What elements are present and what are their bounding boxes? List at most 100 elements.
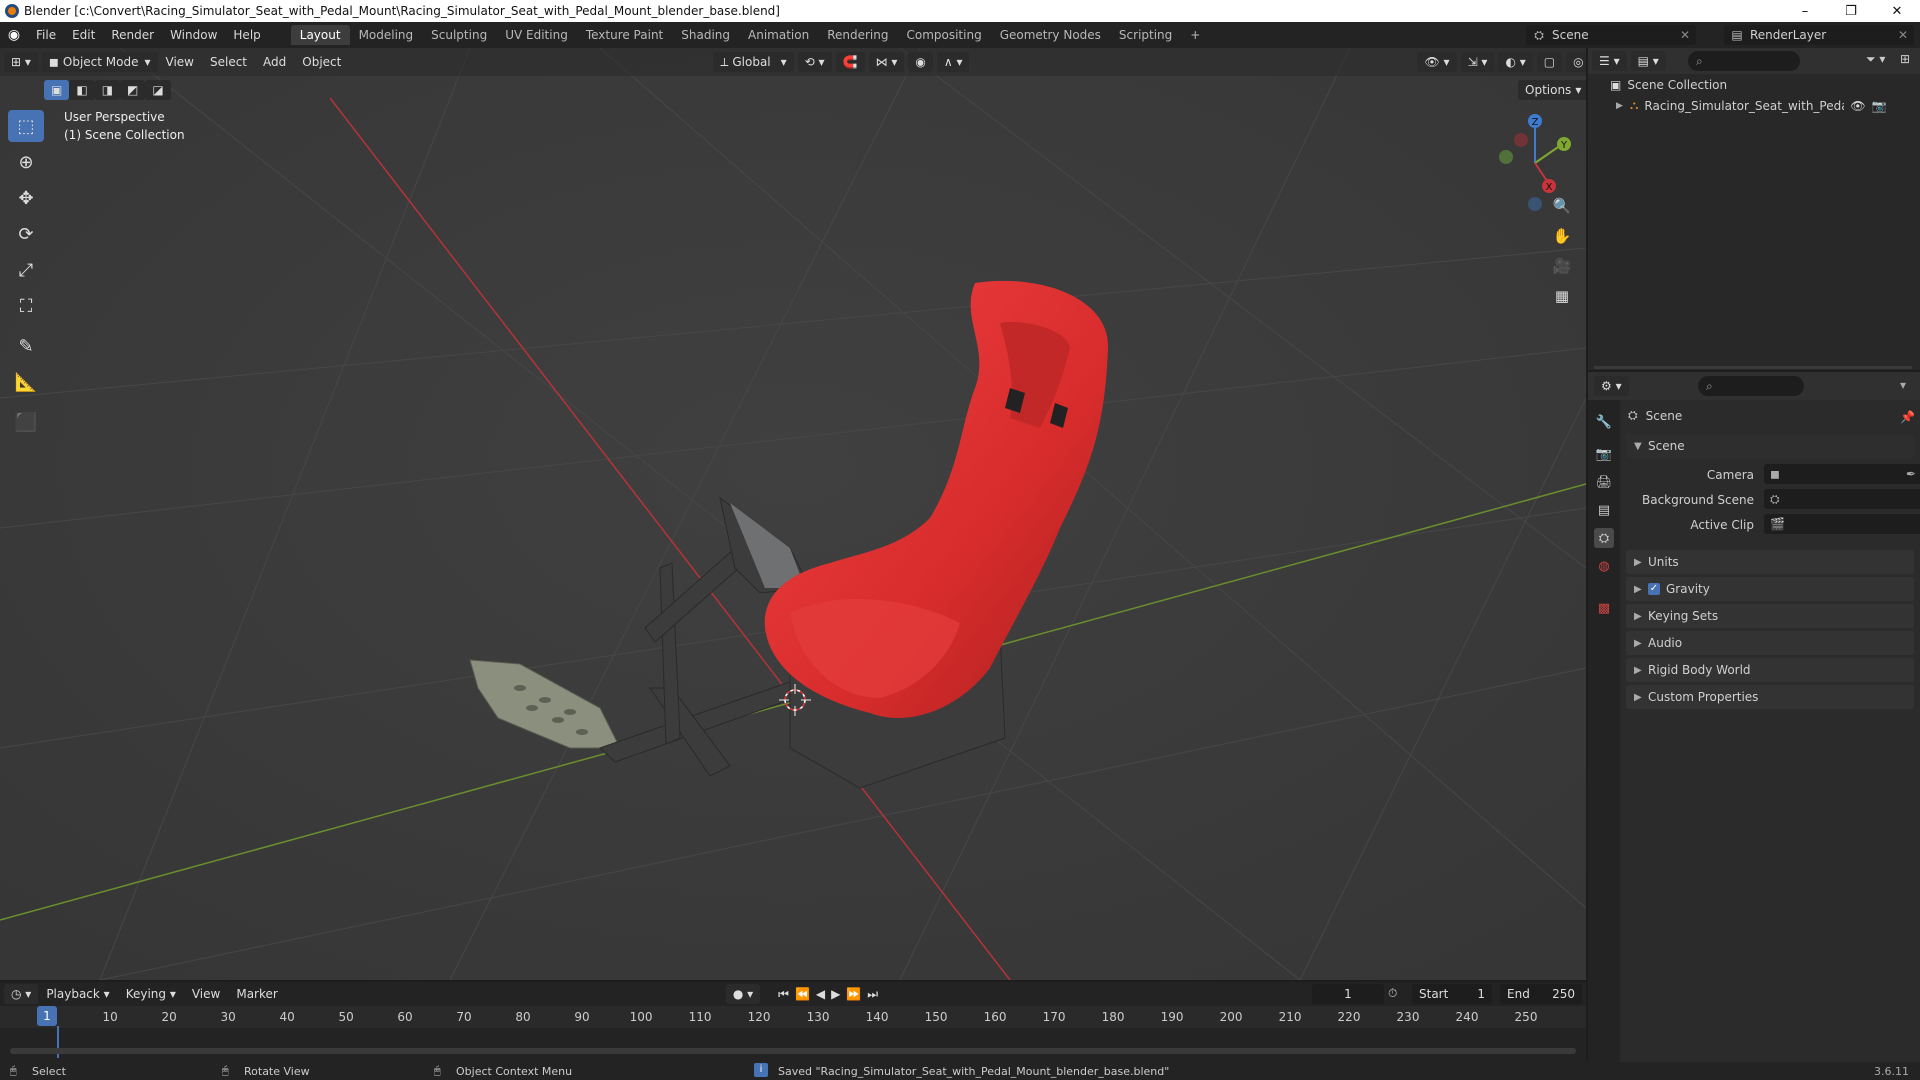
workspace-tab-texture-paint[interactable]: Texture Paint bbox=[577, 25, 672, 45]
outliner-search-input[interactable]: ⌕ bbox=[1688, 51, 1800, 71]
workspace-tab-sculpting[interactable]: Sculpting bbox=[422, 25, 496, 45]
menu-select[interactable]: Select bbox=[202, 55, 255, 69]
scale-tool-icon[interactable]: ⤢ bbox=[8, 254, 44, 286]
snap-toggle[interactable]: 🧲 bbox=[835, 52, 865, 72]
gizmo-toggle[interactable]: ⇲ ▾ bbox=[1460, 52, 1495, 72]
rotate-tool-icon[interactable]: ⟳ bbox=[8, 218, 44, 250]
select-new-icon[interactable]: ▣ bbox=[44, 80, 70, 100]
minimize-button[interactable]: – bbox=[1782, 0, 1828, 22]
workspace-tab-modeling[interactable]: Modeling bbox=[350, 25, 423, 45]
rigid-body-world-section-header[interactable]: ▶ Rigid Body World bbox=[1626, 658, 1914, 682]
editor-type-button[interactable]: ⊞ ▾ bbox=[4, 52, 38, 72]
properties-search-input[interactable]: ⌕ bbox=[1698, 376, 1804, 396]
workspace-tab-compositing[interactable]: Compositing bbox=[897, 25, 990, 45]
mode-selector[interactable]: ◼ Object Mode ▾ bbox=[41, 52, 158, 72]
workspace-tab-shading[interactable]: Shading bbox=[672, 25, 739, 45]
workspace-tab-uv-editing[interactable]: UV Editing bbox=[496, 25, 577, 45]
active-clip-field[interactable]: 🎬 bbox=[1764, 514, 1920, 534]
select-intersect-icon[interactable]: ◪ bbox=[145, 80, 171, 100]
scene-selector[interactable]: ⛭ Scene ✕ bbox=[1526, 25, 1696, 45]
outliner-header: ☰ ▾ ▤ ▾ ⌕ ⏷ ▾ ⊞ bbox=[1588, 48, 1920, 74]
eye-visibility-icon[interactable]: 👁 bbox=[1850, 99, 1865, 113]
perspective-toggle-icon[interactable]: ▦ bbox=[1548, 282, 1576, 310]
units-section-header[interactable]: ▶ Units bbox=[1626, 550, 1914, 574]
outliner-scrollbar[interactable] bbox=[1594, 366, 1912, 369]
display-mode-button[interactable]: ▤ ▾ bbox=[1630, 51, 1666, 71]
menu-render[interactable]: Render bbox=[103, 28, 162, 42]
falloff-button[interactable]: ∧ ▾ bbox=[936, 52, 970, 72]
measure-tool-icon[interactable]: 📐 bbox=[8, 366, 44, 398]
annotate-tool-icon[interactable]: ✎ bbox=[8, 330, 44, 362]
scene-section-header[interactable]: ▼ Scene bbox=[1626, 434, 1914, 458]
view-layer-selector[interactable]: ▤ RenderLayer ✕ bbox=[1724, 25, 1914, 45]
menu-add[interactable]: Add bbox=[255, 55, 294, 69]
proportional-edit-button[interactable]: ◉ bbox=[908, 52, 933, 72]
pivot-point-button[interactable]: ⟲ ▾ bbox=[797, 52, 832, 72]
filter-icon[interactable]: ⏷ ▾ bbox=[1866, 52, 1885, 67]
pin-icon[interactable]: 📌 bbox=[1900, 410, 1915, 424]
background-scene-field[interactable]: ⛭ bbox=[1764, 489, 1920, 509]
gravity-section-header[interactable]: ▶ ✓ Gravity bbox=[1626, 577, 1914, 601]
new-collection-icon[interactable]: ⊞ bbox=[1900, 52, 1910, 66]
menu-view[interactable]: View bbox=[158, 55, 202, 69]
properties-editor-type-button[interactable]: ⚙ ▾ bbox=[1594, 376, 1629, 396]
expand-arrow-icon[interactable]: ▶ bbox=[1616, 101, 1630, 111]
scene-tab-icon[interactable]: ⛭ bbox=[1594, 528, 1614, 548]
close-view-layer-icon[interactable]: ✕ bbox=[1898, 28, 1908, 42]
add-workspace-button[interactable]: + bbox=[1181, 25, 1209, 45]
render-camera-icon[interactable]: 📷 bbox=[1872, 99, 1887, 113]
select-box-tool-icon[interactable]: ⬚ bbox=[8, 110, 44, 142]
select-invert-icon[interactable]: ◩ bbox=[120, 80, 146, 100]
chevron-down-icon[interactable]: ▾ bbox=[1900, 378, 1906, 392]
tool-tab-icon[interactable]: 🔧 bbox=[1594, 412, 1614, 432]
playhead-marker[interactable]: 1 bbox=[37, 1006, 57, 1026]
camera-field[interactable]: ◼ ✒ bbox=[1764, 464, 1920, 484]
world-tab-icon[interactable]: ◍ bbox=[1594, 556, 1614, 576]
menu-edit[interactable]: Edit bbox=[64, 28, 103, 42]
close-button[interactable]: ✕ bbox=[1874, 0, 1920, 22]
shading-wireframe-button[interactable]: ◎ bbox=[1566, 52, 1586, 72]
select-subtract-icon[interactable]: ◨ bbox=[94, 80, 121, 100]
texture-tab-icon[interactable]: ▩ bbox=[1594, 598, 1614, 618]
options-button[interactable]: Options ▾ bbox=[1518, 80, 1586, 100]
workspace-tab-layout[interactable]: Layout bbox=[290, 25, 350, 45]
menu-file[interactable]: File bbox=[28, 28, 64, 42]
snap-options-button[interactable]: ⋈ ▾ bbox=[868, 52, 905, 72]
select-extend-icon[interactable]: ◧ bbox=[69, 80, 95, 100]
zoom-icon[interactable]: 🔍 bbox=[1548, 192, 1576, 220]
visibility-button[interactable]: 👁 ▾ bbox=[1417, 52, 1457, 72]
orientation-selector[interactable]: ⟂ Global ▾ bbox=[713, 52, 794, 72]
close-scene-icon[interactable]: ✕ bbox=[1680, 28, 1690, 42]
workspace-tab-rendering[interactable]: Rendering bbox=[818, 25, 897, 45]
menu-help[interactable]: Help bbox=[225, 28, 268, 42]
workspace-tab-scripting[interactable]: Scripting bbox=[1110, 25, 1181, 45]
eyedropper-icon[interactable]: ✒ bbox=[1906, 464, 1916, 484]
workspace-tab-animation[interactable]: Animation bbox=[739, 25, 818, 45]
workspace-tab-geometry-nodes[interactable]: Geometry Nodes bbox=[991, 25, 1110, 45]
pan-hand-icon[interactable]: ✋ bbox=[1548, 222, 1576, 250]
menu-window[interactable]: Window bbox=[162, 28, 225, 42]
outliner-row-scene-collection[interactable]: ▣ Scene Collection bbox=[1610, 78, 1727, 92]
outliner-editor-type-button[interactable]: ☰ ▾ bbox=[1592, 51, 1627, 71]
render-tab-icon[interactable]: 📷 bbox=[1594, 444, 1614, 464]
transform-tool-icon[interactable]: ⛶ bbox=[8, 290, 44, 322]
gravity-checkbox[interactable]: ✓ bbox=[1648, 583, 1660, 595]
menu-object[interactable]: Object bbox=[294, 55, 349, 69]
blender-menu-icon[interactable]: ◉ bbox=[0, 27, 28, 43]
chevron-right-icon: ▶ bbox=[1634, 556, 1642, 568]
xray-toggle[interactable]: ▢ bbox=[1536, 52, 1563, 72]
camera-view-icon[interactable]: 🎥 bbox=[1548, 252, 1576, 280]
outliner-row-object[interactable]: ▶ ⛬ Racing_Simulator_Seat_with_Pedal_Mou… bbox=[1616, 98, 1916, 113]
cursor-tool-icon[interactable]: ⊕ bbox=[8, 146, 44, 178]
custom-properties-section-header[interactable]: ▶ Custom Properties bbox=[1626, 685, 1914, 709]
output-tab-icon[interactable]: 🖨 bbox=[1594, 472, 1614, 492]
audio-section-header[interactable]: ▶ Audio bbox=[1626, 631, 1914, 655]
timeline-scrollbar[interactable] bbox=[10, 1048, 1576, 1054]
maximize-button[interactable]: ❐ bbox=[1828, 0, 1874, 22]
overlay-toggle[interactable]: ◐ ▾ bbox=[1498, 52, 1533, 72]
add-cube-tool-icon[interactable]: ⬛ bbox=[8, 406, 44, 438]
3d-viewport[interactable]: Z Y X ⊞ ▾ ◼ Object Mode ▾ View Select Add … bbox=[0, 48, 1586, 980]
keying-sets-section-header[interactable]: ▶ Keying Sets bbox=[1626, 604, 1914, 628]
view-layer-tab-icon[interactable]: ▤ bbox=[1594, 500, 1614, 520]
move-tool-icon[interactable]: ✥ bbox=[8, 182, 44, 214]
